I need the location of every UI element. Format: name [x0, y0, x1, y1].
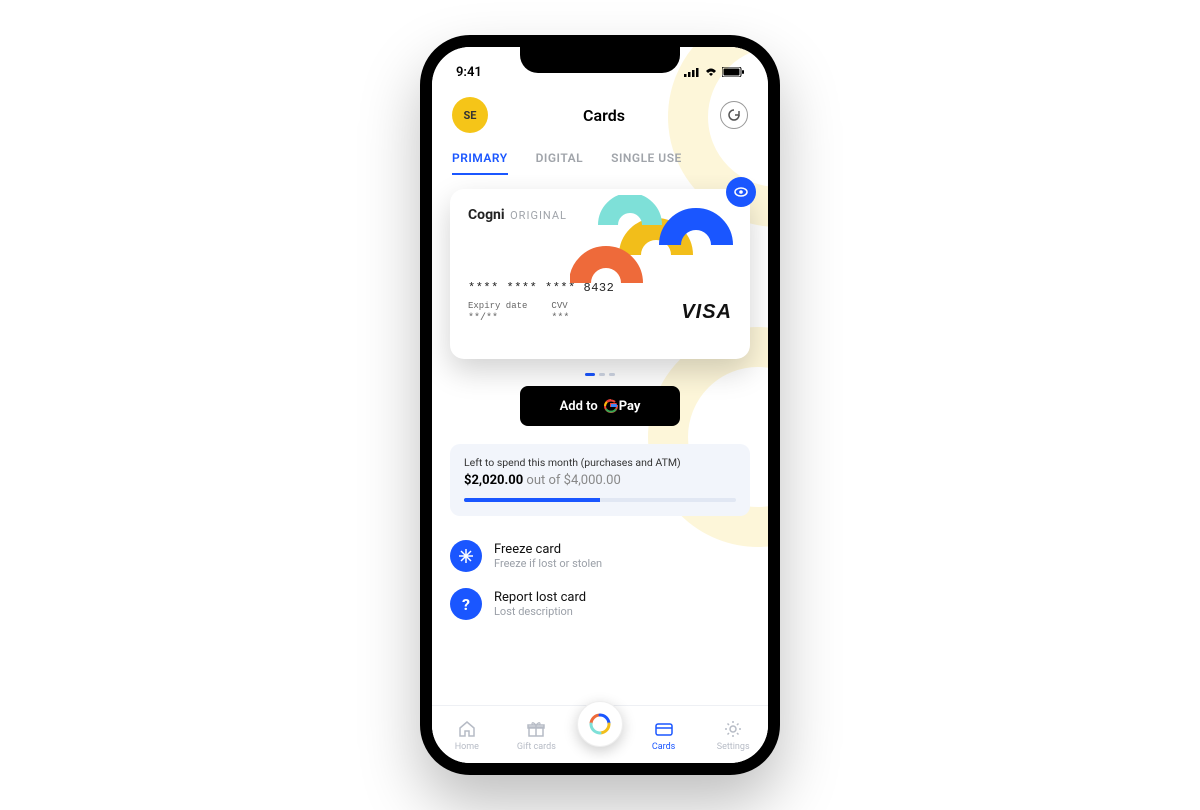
phone-frame: 9:41 SE Cards PRIMARY DIGITAL SINGLE USE [420, 35, 780, 775]
payment-card[interactable]: Cogni ORIGINAL **** **** **** 8432 Expir… [450, 189, 750, 359]
option-title: Freeze card [494, 542, 602, 557]
spend-progress [464, 498, 736, 502]
refresh-button[interactable] [720, 101, 748, 129]
page-title: Cards [583, 106, 625, 125]
cvv-label: CVV [551, 301, 569, 311]
refresh-icon [727, 108, 741, 122]
battery-icon [722, 67, 744, 77]
app-screen: 9:41 SE Cards PRIMARY DIGITAL SINGLE USE [432, 47, 768, 763]
option-freeze-card[interactable]: Freeze card Freeze if lost or stolen [450, 532, 750, 580]
home-icon [456, 718, 478, 740]
nav-label: Cards [652, 742, 675, 752]
google-g-icon [604, 399, 618, 413]
option-desc: Freeze if lost or stolen [494, 557, 602, 570]
tab-digital[interactable]: DIGITAL [536, 151, 584, 175]
pager-dot[interactable] [599, 373, 605, 376]
phone-notch [520, 45, 680, 73]
fab-logo-icon [587, 711, 613, 737]
add-to-gpay-button[interactable]: Add to Pay [520, 386, 680, 426]
nav-label: Gift cards [517, 742, 556, 752]
option-report-lost[interactable]: ? Report lost card Lost description [450, 580, 750, 628]
spend-limit-panel[interactable]: Left to spend this month (purchases and … [450, 444, 750, 516]
bottom-nav: Home Gift cards Cards [432, 705, 768, 763]
tab-primary[interactable]: PRIMARY [452, 151, 508, 175]
card-artwork [570, 195, 740, 285]
content-area: Cogni ORIGINAL **** **** **** 8432 Expir… [432, 175, 768, 705]
spend-progress-fill [464, 498, 600, 502]
card-pager [450, 373, 750, 376]
gift-icon [525, 718, 547, 740]
nav-fab[interactable] [577, 701, 623, 747]
cvv-value: *** [551, 313, 569, 324]
gpay-suffix: Pay [619, 399, 641, 414]
nav-label: Home [455, 742, 479, 752]
tab-single-use[interactable]: SINGLE USE [611, 151, 682, 175]
card-meta: Expiry date **/** CVV *** VISA [468, 301, 732, 324]
card-options: Freeze card Freeze if lost or stolen ? R… [450, 532, 750, 628]
expiry-label: Expiry date [468, 301, 527, 311]
status-indicators [684, 67, 744, 77]
spend-remaining: $2,020.00 [464, 473, 523, 488]
spend-limit: $4,000.00 [564, 473, 621, 488]
card-icon [653, 718, 675, 740]
option-title: Report lost card [494, 590, 586, 605]
expiry-value: **/** [468, 313, 498, 324]
avatar[interactable]: SE [452, 97, 488, 133]
nav-label: Settings [717, 742, 750, 752]
snowflake-icon [450, 540, 482, 572]
status-time: 9:41 [456, 65, 482, 80]
spend-amount: $2,020.00 out of $4,000.00 [464, 473, 736, 488]
nav-gift-cards[interactable]: Gift cards [507, 718, 565, 752]
spend-out-of: out of [523, 473, 563, 488]
signal-icon [684, 67, 700, 77]
gpay-logo: Pay [604, 399, 641, 414]
pager-dot[interactable] [609, 373, 615, 376]
tab-bar: PRIMARY DIGITAL SINGLE USE [432, 143, 768, 175]
nav-cards[interactable]: Cards [635, 718, 693, 752]
nav-settings[interactable]: Settings [704, 718, 762, 752]
card-network: VISA [681, 301, 732, 324]
spend-label: Left to spend this month (purchases and … [464, 456, 736, 469]
header: SE Cards [432, 87, 768, 143]
option-desc: Lost description [494, 605, 586, 618]
wifi-icon [704, 67, 718, 77]
gpay-prefix: Add to [560, 399, 598, 414]
gear-icon [722, 718, 744, 740]
card-brand-name: Cogni [468, 207, 505, 223]
pager-dot[interactable] [585, 373, 595, 376]
nav-home[interactable]: Home [438, 718, 496, 752]
question-icon: ? [450, 588, 482, 620]
card-variant: ORIGINAL [510, 209, 567, 222]
